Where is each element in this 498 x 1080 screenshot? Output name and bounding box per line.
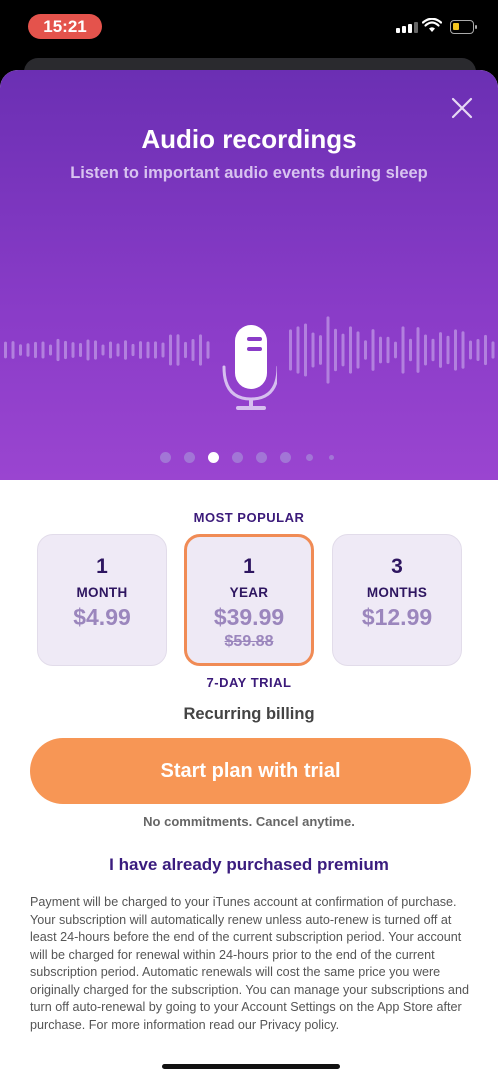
waveform-bar: [461, 331, 465, 369]
legal-text: Payment will be charged to your iTunes a…: [30, 895, 469, 1032]
microphone-icon: [222, 325, 277, 410]
plan-price: $4.99: [73, 604, 131, 630]
waveform-bar: [176, 334, 180, 366]
waveform-bar: [446, 335, 450, 365]
waveform-bar: [491, 341, 495, 359]
carousel-dot[interactable]: [232, 452, 243, 463]
waveform-bar: [304, 323, 307, 377]
waveform-bar: [4, 341, 7, 359]
carousel-dot[interactable]: [184, 452, 195, 463]
waveform-bar: [19, 344, 22, 356]
wifi-icon: [422, 18, 442, 32]
waveform-bar: [101, 344, 105, 356]
waveform-bar: [326, 316, 330, 384]
waveform-bar: [394, 341, 397, 359]
carousel-dot[interactable]: [256, 452, 267, 463]
waveform-bar: [469, 340, 472, 360]
carousel-dot[interactable]: [329, 455, 334, 460]
waveform-bar: [386, 336, 390, 364]
carousel-page-indicator[interactable]: [160, 452, 334, 463]
feature-carousel[interactable]: Audio recordings Listen to important aud…: [0, 70, 498, 480]
home-indicator: [162, 1064, 340, 1069]
trial-label: 7-DAY TRIAL: [206, 675, 292, 690]
waveform-bar: [161, 342, 165, 358]
start-trial-button[interactable]: Start plan with trial: [30, 738, 471, 804]
waveform-bar: [199, 334, 202, 366]
waveform-bar: [124, 340, 127, 360]
plan-duration-unit: MONTH: [76, 585, 128, 600]
waveform-bar: [94, 340, 97, 360]
waveform-bar: [484, 334, 487, 366]
plan-card-1-month[interactable]: 1 MONTH $4.99: [37, 534, 167, 666]
waveform-bar: [416, 327, 420, 373]
waveform-bar: [206, 341, 210, 359]
waveform-bar: [311, 332, 315, 368]
waveform-bar: [154, 341, 157, 359]
waveform-bar: [139, 341, 142, 359]
waveform-bar: [296, 326, 300, 374]
cellular-signal-icon: [396, 22, 418, 33]
plan-duration-number: 1: [96, 555, 108, 578]
waveform-bar: [71, 342, 75, 358]
waveform-bar: [289, 329, 292, 371]
waveform-bar: [379, 336, 382, 364]
waveform-bar: [109, 341, 112, 359]
waveform-bar: [401, 326, 405, 374]
waveform-bar: [49, 344, 52, 356]
waveform-bar: [41, 341, 45, 359]
plan-duration-unit: YEAR: [229, 585, 269, 600]
feature-subtitle: Listen to important audio events during …: [70, 164, 428, 182]
plan-duration-number: 3: [391, 555, 403, 578]
waveform-bar: [334, 328, 337, 372]
battery-icon: [450, 20, 477, 34]
waveform-bar: [409, 338, 412, 362]
plan-price: $39.99: [213, 604, 285, 630]
waveform-bar: [439, 332, 442, 368]
waveform-bar: [131, 343, 135, 357]
paywall-sheet: Audio recordings Listen to important aud…: [0, 70, 498, 1080]
waveform-bar: [184, 341, 187, 359]
billing-label: Recurring billing: [183, 705, 315, 723]
carousel-dot[interactable]: [208, 452, 219, 463]
waveform-bar: [11, 341, 15, 359]
waveform-bar: [424, 334, 427, 366]
close-icon[interactable]: [448, 94, 476, 122]
carousel-dot[interactable]: [306, 454, 313, 461]
plan-duration-unit: MONTHS: [366, 585, 428, 600]
plan-card-3-months[interactable]: 3 MONTHS $12.99: [332, 534, 462, 666]
waveform-bar: [26, 343, 30, 357]
waveform-bar: [349, 326, 352, 374]
status-bar: 15:21: [0, 0, 498, 56]
waveform-bar: [79, 343, 82, 357]
plan-original-price: $59.88: [224, 633, 274, 650]
waveform-bar: [341, 333, 345, 367]
waveform-bar: [476, 338, 480, 362]
waveform-bar: [146, 341, 150, 359]
waveform-bar: [431, 338, 435, 362]
plan-card-1-year[interactable]: 1 YEAR $39.99 $59.88: [184, 534, 314, 666]
waveform-bar: [191, 339, 195, 361]
waveform-bar: [371, 329, 375, 371]
plan-price: $12.99: [361, 604, 433, 630]
carousel-dot[interactable]: [280, 452, 291, 463]
plan-duration-number: 1: [243, 555, 255, 578]
waveform-bar: [56, 338, 60, 362]
most-popular-badge: MOST POPULAR: [193, 510, 305, 525]
carousel-dot[interactable]: [160, 452, 171, 463]
waveform-bar: [86, 339, 90, 361]
waveform-bar: [169, 334, 172, 366]
status-time: 15:21: [28, 14, 102, 39]
feature-title: Audio recordings: [141, 124, 357, 154]
waveform-bar: [364, 340, 367, 360]
waveform-bar: [116, 343, 120, 357]
waveform-bar: [319, 335, 322, 365]
waveform-bar: [64, 340, 67, 360]
waveform-bar: [34, 341, 37, 359]
restore-purchase-link[interactable]: I have already purchased premium: [0, 855, 498, 875]
no-commitments-note: No commitments. Cancel anytime.: [143, 814, 355, 829]
waveform-bar: [454, 329, 457, 371]
waveform-bar: [356, 331, 360, 369]
